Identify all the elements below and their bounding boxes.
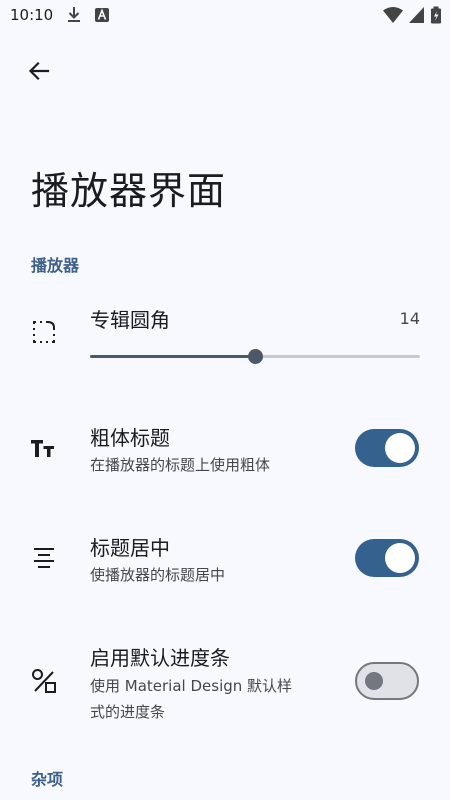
a-badge-icon bbox=[94, 6, 110, 28]
switch-knob bbox=[365, 672, 383, 690]
text-fields-icon bbox=[30, 434, 58, 462]
section-header-player: 播放器 bbox=[31, 256, 80, 275]
pref-summary: 在播放器的标题上使用粗体 bbox=[90, 456, 271, 474]
switch-knob bbox=[385, 433, 415, 463]
switch-knob bbox=[385, 543, 415, 573]
slider-fill bbox=[90, 355, 255, 358]
format-align-center-icon bbox=[30, 544, 58, 572]
pref-summary: 使播放器的标题居中 bbox=[90, 566, 226, 584]
pref-title: 专辑圆角 bbox=[90, 308, 170, 332]
bold-title-switch[interactable] bbox=[355, 429, 419, 467]
album-corner-slider[interactable] bbox=[90, 346, 420, 366]
shapes-icon bbox=[30, 667, 58, 695]
status-time: 10:10 bbox=[10, 6, 54, 24]
section-header-misc: 杂项 bbox=[31, 770, 64, 789]
signal-icon bbox=[408, 6, 425, 28]
status-bar: 10:10 bbox=[0, 0, 450, 32]
back-button[interactable] bbox=[18, 50, 60, 92]
default-progress-switch[interactable] bbox=[355, 662, 419, 700]
pref-summary: 式的进度条 bbox=[90, 703, 166, 721]
arrow-back-icon bbox=[27, 59, 51, 83]
pref-title: 标题居中 bbox=[90, 536, 170, 560]
pref-summary: 使用 Material Design 默认样 bbox=[90, 677, 293, 695]
pref-title: 粗体标题 bbox=[90, 426, 170, 450]
slider-value: 14 bbox=[399, 309, 420, 328]
rounded-corner-icon bbox=[30, 318, 58, 346]
download-icon bbox=[66, 6, 82, 28]
center-title-switch[interactable] bbox=[355, 539, 419, 577]
slider-thumb[interactable] bbox=[248, 349, 263, 364]
wifi-icon bbox=[382, 6, 404, 28]
page-title: 播放器界面 bbox=[31, 169, 227, 213]
pref-title: 启用默认进度条 bbox=[90, 646, 230, 670]
battery-icon bbox=[430, 6, 442, 28]
